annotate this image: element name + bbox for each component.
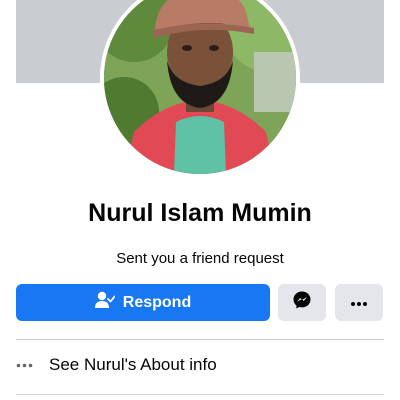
respond-label: Respond	[122, 293, 192, 311]
messenger-icon	[292, 290, 312, 315]
avatar[interactable]	[104, 0, 296, 174]
avatar-photo	[104, 0, 296, 174]
about-info-link[interactable]: See Nurul's About info	[16, 345, 384, 385]
bottom-divider	[16, 394, 384, 395]
profile-page: Nurul Islam Mumin Sent you a friend requ…	[0, 0, 400, 400]
friend-request-status: Sent you a friend request	[116, 250, 284, 267]
about-info-label: See Nurul's About info	[49, 355, 217, 374]
profile-name: Nurul Islam Mumin	[88, 199, 312, 227]
message-button[interactable]	[278, 284, 326, 321]
respond-button[interactable]: Respond	[16, 284, 270, 321]
section-divider	[16, 339, 384, 340]
more-horizontal-icon	[350, 294, 368, 312]
avatar-frame	[100, 0, 300, 178]
person-check-icon	[94, 291, 116, 314]
more-horizontal-icon	[16, 363, 38, 368]
more-options-button[interactable]	[335, 284, 383, 321]
